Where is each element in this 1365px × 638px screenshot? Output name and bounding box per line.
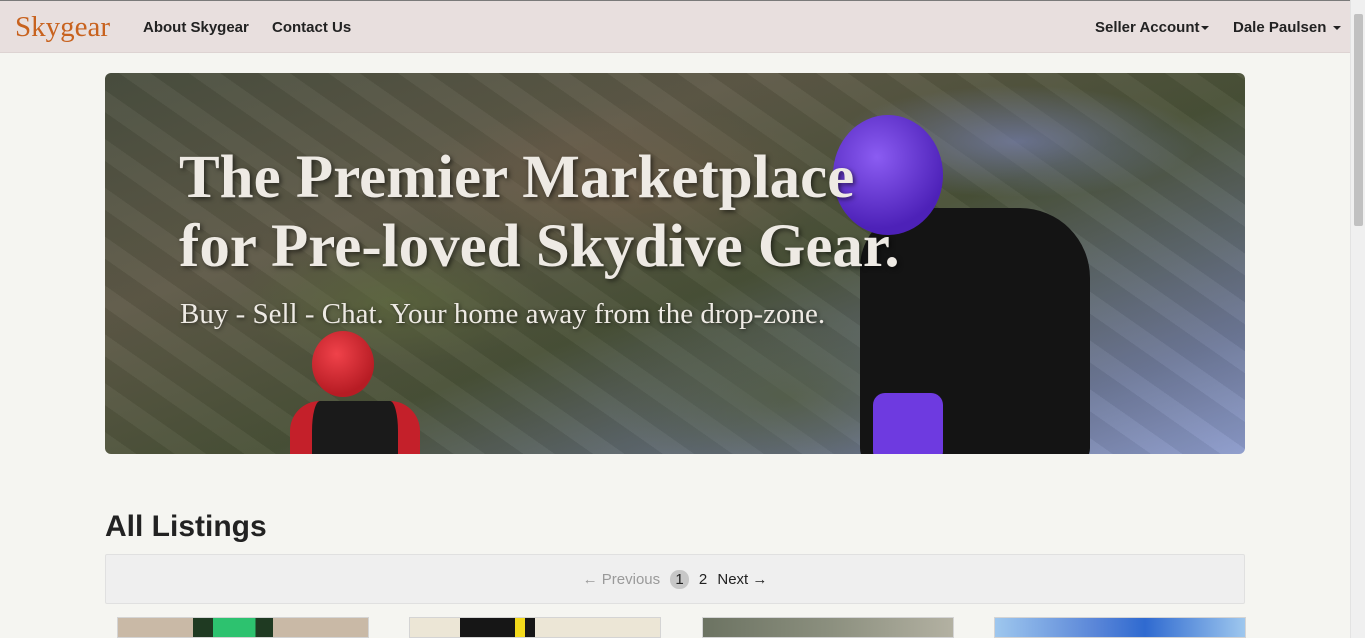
skydiver-red-body-graphic (290, 401, 420, 454)
brand-logo-link[interactable]: Skygear (15, 11, 110, 44)
chevron-down-icon (1332, 26, 1341, 31)
scrollbar-thumb[interactable] (1354, 14, 1363, 226)
hero-title-line-2: for Pre-loved Skydive Gear. (179, 213, 900, 280)
pagination-page-2[interactable]: 2 (699, 571, 707, 588)
navbar: Skygear About Skygear Contact Us Seller … (0, 0, 1350, 53)
pagination-page-1[interactable]: 1 (670, 570, 689, 589)
pagination-bar: ← Previous 1 2 Next → (105, 554, 1245, 604)
nav-contact-link[interactable]: Contact Us (272, 19, 351, 36)
skydiver-purple-arm-graphic (873, 393, 943, 454)
nav-about-link[interactable]: About Skygear (143, 19, 249, 36)
pagination-next[interactable]: Next → (717, 571, 767, 588)
pagination-previous: ← Previous (582, 571, 661, 588)
hero-banner: The Premier Marketplace for Pre-loved Sk… (105, 73, 1245, 454)
listing-card-image[interactable] (702, 617, 954, 638)
seller-account-label: Seller Account (1095, 19, 1200, 36)
user-name-label: Dale Paulsen (1233, 19, 1327, 36)
hero-subtitle: Buy - Sell - Chat. Your home away from t… (180, 298, 826, 330)
listing-card-image[interactable] (994, 617, 1246, 638)
page-scrollbar[interactable] (1350, 0, 1365, 638)
pagination-controls: ← Previous 1 2 Next → (106, 570, 1244, 589)
seller-account-dropdown[interactable]: Seller Account (1095, 19, 1210, 36)
listing-card-image[interactable] (117, 617, 369, 638)
chevron-down-icon (1201, 26, 1210, 31)
hero-title-line-1: The Premier Marketplace (179, 144, 855, 211)
listings-heading: All Listings (105, 510, 267, 543)
listing-card-image[interactable] (409, 617, 661, 638)
skydiver-red-helmet-graphic (312, 331, 374, 397)
hero-title: The Premier Marketplace for Pre-loved Sk… (179, 143, 900, 281)
user-menu-dropdown[interactable]: Dale Paulsen (1233, 19, 1341, 36)
